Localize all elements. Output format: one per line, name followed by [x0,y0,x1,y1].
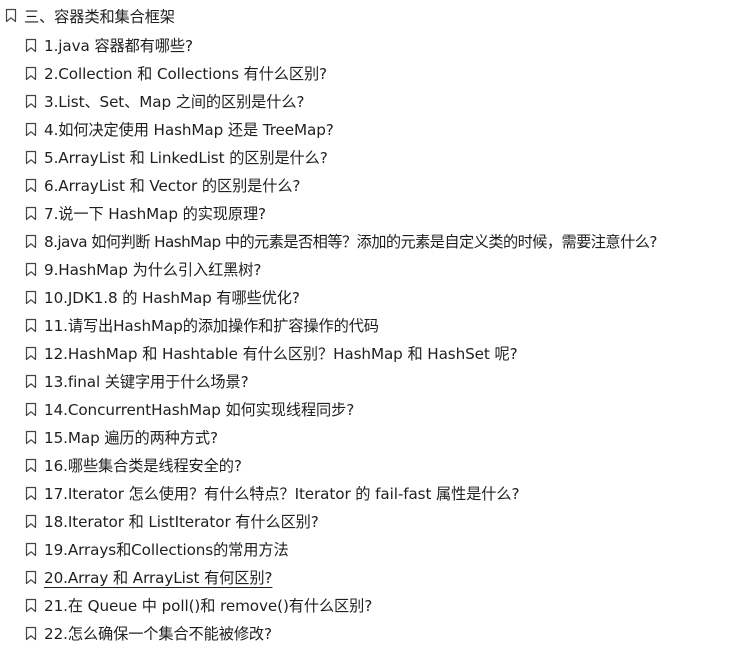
outline-item[interactable]: 21.在 Queue 中 poll()和 remove()有什么区别? [0,591,750,619]
outline-item-label: 22.怎么确保一个集合不能被修改? [44,625,272,643]
outline-item[interactable]: 14.ConcurrentHashMap 如何实现线程同步? [0,395,750,423]
outline-item[interactable]: 11.请写出HashMap的添加操作和扩容操作的代码 [0,311,750,339]
outline-item[interactable]: 5.ArrayList 和 LinkedList 的区别是什么? [0,143,750,171]
outline-item-label: 13.final 关键字用于什么场景? [44,373,249,391]
outline-item[interactable]: 18.Iterator 和 ListIterator 有什么区别? [0,507,750,535]
bookmark-icon [24,626,38,641]
outline-item[interactable]: 6.ArrayList 和 Vector 的区别是什么? [0,171,750,199]
bookmark-icon [24,234,38,249]
bookmark-icon [24,318,38,333]
outline-item[interactable]: 7.说一下 HashMap 的实现原理? [0,199,750,227]
bookmark-icon [24,94,38,109]
outline-item-label: 18.Iterator 和 ListIterator 有什么区别? [44,513,319,531]
outline-item-label: 6.ArrayList 和 Vector 的区别是什么? [44,177,301,195]
outline-item-label: 5.ArrayList 和 LinkedList 的区别是什么? [44,149,328,167]
bookmark-icon [24,290,38,305]
outline-item[interactable]: 22.怎么确保一个集合不能被修改? [0,619,750,647]
outline-item-label: 10.JDK1.8 的 HashMap 有哪些优化? [44,289,300,307]
bookmark-icon [24,430,38,445]
outline-item-label: 2.Collection 和 Collections 有什么区别? [44,65,328,83]
outline-item-label: 17.Iterator 怎么使用？有什么特点？Iterator 的 fail-f… [44,485,520,503]
outline-item-label: 11.请写出HashMap的添加操作和扩容操作的代码 [44,317,379,335]
bookmark-icon [24,570,38,585]
outline-item-label: 15.Map 遍历的两种方式? [44,429,218,447]
bookmark-icon [24,150,38,165]
outline-item-hovered[interactable]: 20.Array 和 ArrayList 有何区别? [0,563,750,591]
bookmark-outline: 三、容器类和集合框架 1.java 容器都有哪些? 2.Collection 和… [0,0,750,644]
outline-item[interactable]: 2.Collection 和 Collections 有什么区别? [0,59,750,87]
bookmark-icon [24,542,38,557]
bookmark-icon [24,206,38,221]
outline-item-label: 21.在 Queue 中 poll()和 remove()有什么区别? [44,597,373,615]
outline-item-label: 三、容器类和集合框架 [24,7,175,26]
bookmark-icon [24,38,38,53]
bookmark-icon [24,374,38,389]
bookmark-icon [24,66,38,81]
bookmark-icon [24,458,38,473]
bookmark-icon [24,346,38,361]
outline-item-label: 4.如何决定使用 HashMap 还是 TreeMap? [44,121,334,139]
outline-item-label: 1.java 容器都有哪些? [44,37,193,55]
outline-item-label: 19.Arrays和Collections的常用方法 [44,541,289,559]
outline-item[interactable]: 16.哪些集合类是线程安全的? [0,451,750,479]
bookmark-icon [24,514,38,529]
outline-item[interactable]: 17.Iterator 怎么使用？有什么特点？Iterator 的 fail-f… [0,479,750,507]
outline-item[interactable]: 19.Arrays和Collections的常用方法 [0,535,750,563]
outline-item[interactable]: 13.final 关键字用于什么场景? [0,367,750,395]
outline-item-label: 16.哪些集合类是线程安全的? [44,457,242,475]
outline-item-label: 20.Array 和 ArrayList 有何区别? [44,569,273,587]
bookmark-icon [24,262,38,277]
outline-item-label: 14.ConcurrentHashMap 如何实现线程同步? [44,401,355,419]
outline-item[interactable]: 8.java 如何判断 HashMap 中的元素是否相等？添加的元素是自定义类的… [0,227,750,255]
outline-item[interactable]: 9.HashMap 为什么引入红黑树? [0,255,750,283]
bookmark-icon [24,402,38,417]
outline-item[interactable]: 3.List、Set、Map 之间的区别是什么? [0,87,750,115]
bookmark-icon [4,8,18,23]
outline-item-label: 9.HashMap 为什么引入红黑树? [44,261,262,279]
bookmark-icon [24,598,38,613]
outline-item[interactable]: 15.Map 遍历的两种方式? [0,423,750,451]
bookmark-icon [24,178,38,193]
outline-item-label: 12.HashMap 和 Hashtable 有什么区别？HashMap 和 H… [44,345,518,363]
bookmark-icon [24,122,38,137]
outline-item[interactable]: 12.HashMap 和 Hashtable 有什么区别？HashMap 和 H… [0,339,750,367]
outline-item-label: 7.说一下 HashMap 的实现原理? [44,205,267,223]
outline-item[interactable]: 10.JDK1.8 的 HashMap 有哪些优化? [0,283,750,311]
outline-item-label: 3.List、Set、Map 之间的区别是什么? [44,93,305,111]
bookmark-icon [24,486,38,501]
outline-item-label: 8.java 如何判断 HashMap 中的元素是否相等？添加的元素是自定义类的… [44,233,657,251]
outline-item-root[interactable]: 三、容器类和集合框架 [0,0,750,31]
outline-item[interactable]: 4.如何决定使用 HashMap 还是 TreeMap? [0,115,750,143]
outline-item[interactable]: 1.java 容器都有哪些? [0,31,750,59]
